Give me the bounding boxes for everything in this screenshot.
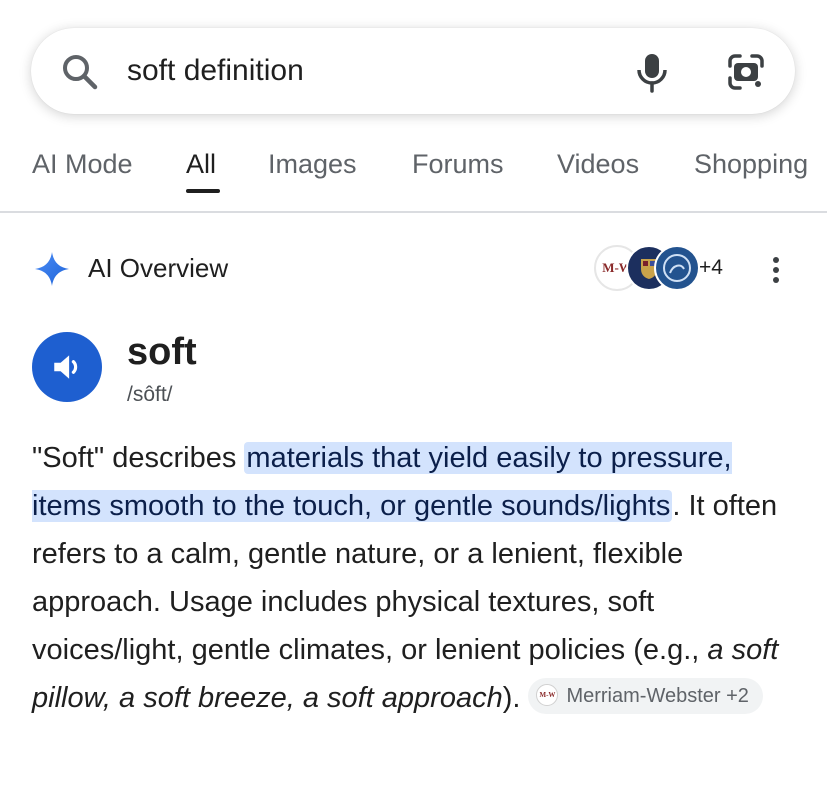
tab-all[interactable]: All [186, 144, 216, 184]
speaker-icon [54, 355, 78, 379]
definition-intro: "Soft" describes [32, 442, 245, 474]
lens-icon[interactable] [724, 50, 768, 94]
citation-label: Merriam-Webster +2 [566, 685, 749, 708]
search-icon[interactable] [58, 50, 102, 94]
phonetic-spelling: /sôft/ [127, 383, 173, 406]
search-input[interactable]: soft definition [127, 48, 304, 94]
ai-sparkle-icon [35, 252, 69, 286]
tabs-divider [0, 211, 827, 213]
mic-icon[interactable] [632, 50, 672, 94]
more-sources-count[interactable]: +4 [699, 254, 723, 282]
tab-images[interactable]: Images [268, 144, 357, 184]
encyclopedia-logo [654, 245, 700, 291]
tab-ai-mode[interactable]: AI Mode [32, 144, 133, 184]
search-tabs: AI Mode All Images Forums Videos Shoppin… [0, 134, 827, 212]
source-logos[interactable]: M-W [594, 245, 700, 291]
tab-videos[interactable]: Videos [557, 144, 639, 184]
definition-end: ). [502, 682, 521, 714]
dictionary-word: soft [127, 331, 197, 373]
tab-shopping[interactable]: Shopping [694, 144, 808, 184]
tab-forums[interactable]: Forums [412, 144, 504, 184]
citation-chip[interactable]: M-W Merriam-Webster +2 [528, 678, 763, 715]
merriam-webster-chip-logo: M-W [536, 684, 559, 707]
ai-overview-title: AI Overview [88, 253, 229, 283]
active-tab-indicator [186, 189, 220, 193]
more-vert-icon[interactable] [764, 252, 788, 288]
pronunciation-button[interactable] [32, 332, 102, 402]
ai-overview-text: "Soft" describes materials that yield ea… [32, 434, 802, 722]
